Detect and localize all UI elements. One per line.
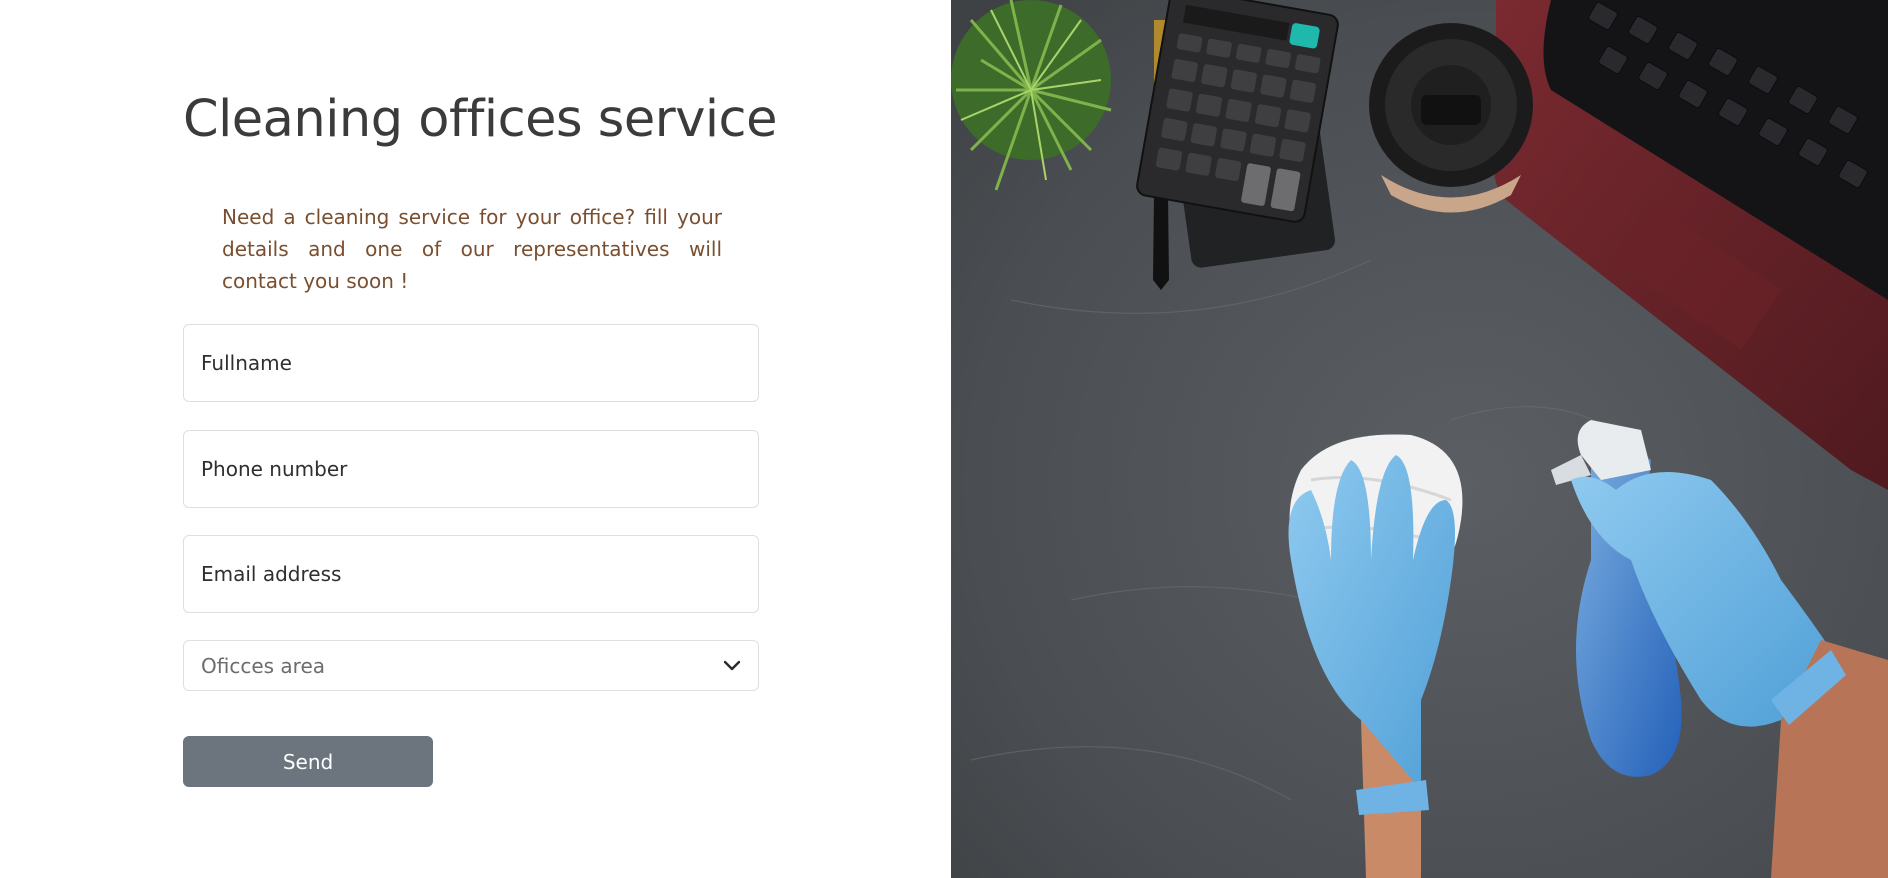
page: Cleaning offices service Need a cleaning…	[0, 0, 1888, 878]
send-button[interactable]: Send	[183, 736, 433, 787]
calculator	[1136, 0, 1339, 223]
offices-area-select[interactable]: Oficces area	[183, 640, 759, 691]
offices-area-selected: Oficces area	[201, 653, 326, 678]
office-desk-cleaning-photo	[951, 0, 1888, 878]
fullname-input[interactable]	[183, 324, 759, 402]
form-panel: Cleaning offices service Need a cleaning…	[0, 0, 951, 878]
page-description: Need a cleaning service for your office?…	[222, 205, 722, 293]
phone-input[interactable]	[183, 430, 759, 508]
coffee-cup	[1369, 23, 1533, 213]
page-title: Cleaning offices service	[183, 90, 777, 149]
hero-photo	[951, 0, 1888, 878]
chevron-down-icon	[723, 660, 741, 670]
email-input[interactable]	[183, 535, 759, 613]
